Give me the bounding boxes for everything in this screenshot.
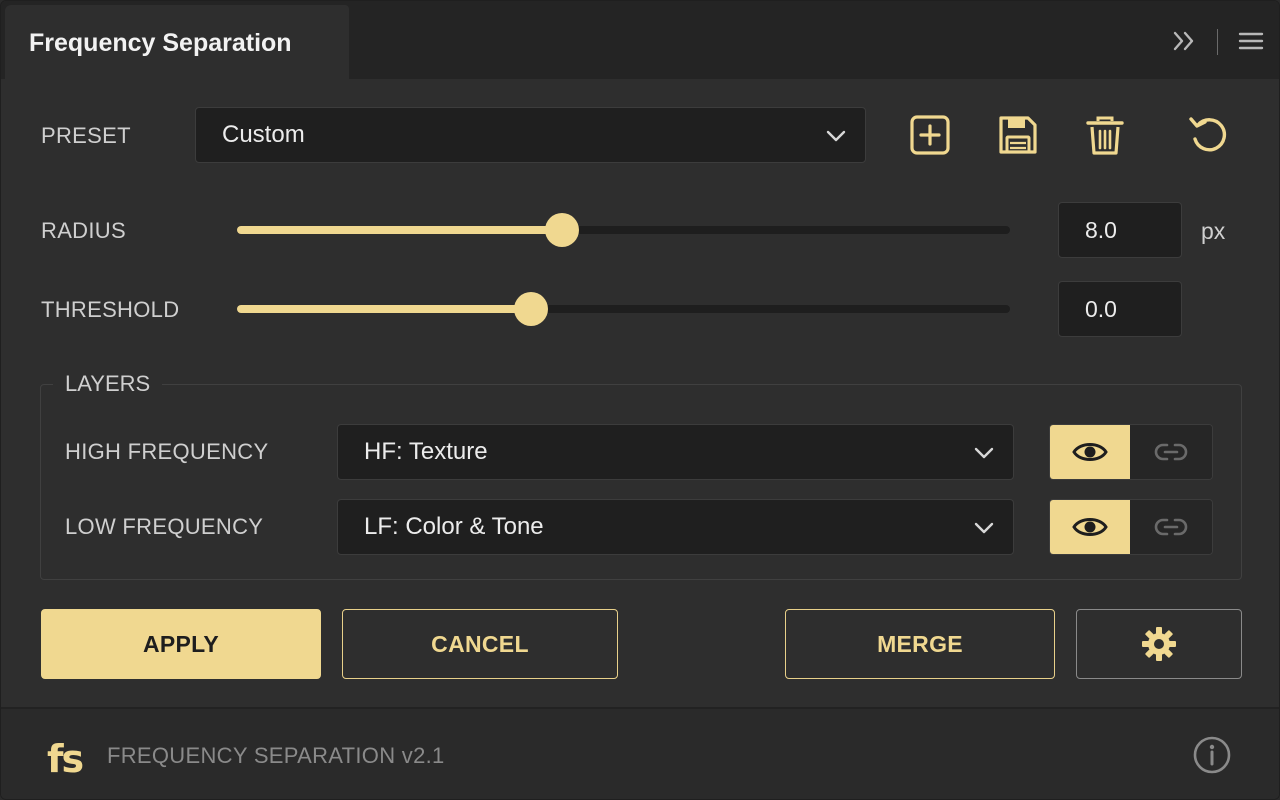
link-icon (1154, 443, 1188, 461)
threshold-input[interactable]: 0.0 (1058, 281, 1182, 337)
low-frequency-toggles (1049, 499, 1213, 555)
low-frequency-link-toggle[interactable] (1130, 500, 1212, 554)
high-frequency-dropdown[interactable]: HF: Texture (337, 424, 1014, 480)
radius-input[interactable]: 8.0 (1058, 202, 1182, 258)
high-frequency-link-toggle[interactable] (1130, 425, 1212, 479)
high-frequency-toggles (1049, 424, 1213, 480)
footer-version-text: FREQUENCY SEPARATION v2.1 (107, 743, 445, 768)
header-divider (1217, 29, 1218, 55)
low-frequency-visibility-toggle[interactable] (1050, 500, 1130, 554)
chevron-down-icon (974, 522, 994, 534)
high-frequency-label: HIGH FREQUENCY (65, 439, 269, 464)
add-preset-icon[interactable] (908, 113, 952, 157)
preset-dropdown[interactable]: Custom (195, 107, 866, 163)
save-icon[interactable] (996, 113, 1040, 157)
layers-legend: LAYERS (53, 371, 163, 397)
plugin-panel: Frequency Separation PRESET Custom RADIU… (0, 0, 1280, 800)
low-frequency-value: LF: Color & Tone (364, 513, 544, 540)
radius-unit: px (1201, 218, 1226, 244)
threshold-slider[interactable] (237, 292, 1010, 326)
threshold-label: THRESHOLD (41, 297, 180, 322)
reset-icon[interactable] (1187, 113, 1231, 157)
panel-footer: fs FREQUENCY SEPARATION v2.1 (1, 707, 1279, 799)
radius-label: RADIUS (41, 218, 126, 243)
radius-slider-thumb[interactable] (544, 213, 579, 247)
hamburger-menu-icon[interactable] (1237, 27, 1265, 55)
cancel-button[interactable]: CANCEL (342, 609, 618, 679)
eye-icon (1072, 443, 1108, 461)
low-frequency-label: LOW FREQUENCY (65, 514, 264, 539)
high-frequency-visibility-toggle[interactable] (1050, 425, 1130, 479)
gear-icon (1142, 627, 1176, 661)
low-frequency-dropdown[interactable]: LF: Color & Tone (337, 499, 1014, 555)
info-icon[interactable] (1192, 735, 1232, 775)
preset-label: PRESET (41, 123, 131, 148)
double-chevron-right-icon[interactable] (1171, 27, 1199, 55)
panel-title: Frequency Separation (29, 29, 292, 57)
apply-button[interactable]: APPLY (41, 609, 321, 679)
fs-logo: fs (47, 737, 84, 781)
radius-slider-fill (237, 226, 562, 234)
chevron-down-icon (826, 130, 846, 142)
radius-slider[interactable] (237, 213, 1010, 247)
panel-tab[interactable]: Frequency Separation (5, 5, 349, 79)
chevron-down-icon (974, 447, 994, 459)
settings-button[interactable] (1076, 609, 1242, 679)
threshold-slider-fill (237, 305, 531, 313)
panel-header: Frequency Separation (1, 1, 1279, 79)
high-frequency-value: HF: Texture (364, 438, 488, 465)
merge-button[interactable]: MERGE (785, 609, 1055, 679)
trash-icon[interactable] (1083, 113, 1127, 157)
link-icon (1154, 518, 1188, 536)
threshold-slider-thumb[interactable] (513, 292, 548, 326)
preset-value: Custom (222, 121, 305, 148)
eye-icon (1072, 518, 1108, 536)
